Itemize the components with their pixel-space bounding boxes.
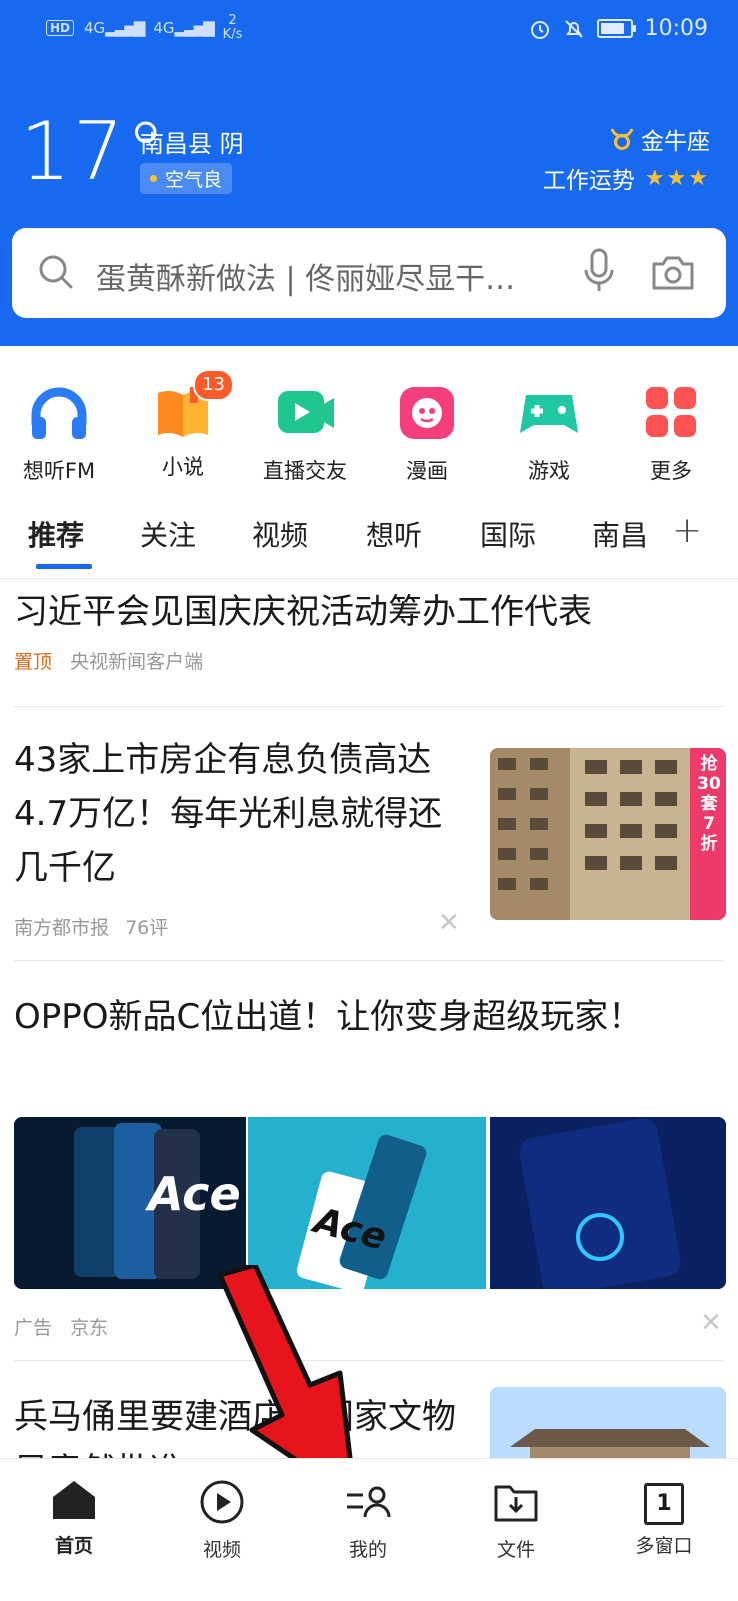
comic-icon (400, 387, 454, 439)
news-title: 习近平会见国庆庆祝活动筹办工作代表 (14, 592, 592, 632)
news-item-2[interactable]: 43家上市房企有息负债高达4.7万亿！每年光利息就得还几千亿 (14, 733, 474, 895)
headphones-icon (31, 387, 87, 439)
ad-image-3[interactable] (490, 1117, 726, 1289)
zodiac[interactable]: 金牛座 (609, 122, 710, 156)
gamepad-icon (520, 395, 578, 433)
news-thumbnail[interactable]: 抢 30 套 7 折 (490, 748, 726, 920)
tab-follow[interactable]: 关注 (140, 514, 196, 554)
tab-international[interactable]: 国际 (480, 514, 536, 554)
net-speed: 2 K/s (222, 13, 243, 42)
status-bar-right: 10:09 (529, 16, 708, 41)
bottom-nav: 首页 视频 我的 文件 1 多窗口 Baidu经验 (0, 1458, 738, 1601)
status-bar-left: HD 4G▂▃▅▇ 4G▂▃▅▇ 2 K/s (46, 14, 242, 42)
download-folder-icon (494, 1485, 538, 1522)
home-icon (53, 1481, 95, 1519)
news-source: 央视新闻客户端 (70, 651, 204, 673)
search-input[interactable]: 蛋黄酥新做法 | 佟丽娅尽显干… (96, 254, 566, 298)
watermark: Baidu经验 (593, 1564, 718, 1592)
fortune-stars: ★★★ (644, 165, 710, 191)
nav-home[interactable]: 首页 (14, 1479, 134, 1558)
tab-recommend[interactable]: 推荐 (28, 514, 84, 554)
ad-item[interactable]: OPPO新品C位出道！让你变身超级玩家！ (14, 990, 724, 1044)
tab-listen[interactable]: 想听 (366, 514, 422, 554)
news-item-1[interactable]: 习近平会见国庆庆祝活动筹办工作代表 置顶 央视新闻客户端 (14, 585, 724, 674)
tabs-divider (0, 578, 738, 579)
ad-banner-text: 抢 30 套 7 折 (697, 754, 721, 854)
tab-video[interactable]: 视频 (252, 514, 308, 554)
quick-item-more[interactable]: 更多 (616, 385, 726, 485)
apartment-building-image (490, 748, 726, 920)
nav-profile[interactable]: 我的 (308, 1479, 428, 1562)
ad-meta: 广告 京东 (14, 1313, 108, 1340)
tab-indicator (36, 564, 92, 569)
tab-nanchang[interactable]: 南昌 (592, 514, 648, 554)
ad-image-2[interactable]: Ace (248, 1117, 486, 1289)
novel-badge: 13 (193, 369, 234, 401)
news-title: 43家上市房企有息负债高达4.7万亿！每年光利息就得还几千亿 (14, 740, 443, 888)
quick-item-comic[interactable]: 漫画 (372, 385, 482, 485)
taurus-icon (610, 128, 634, 150)
microphone-icon[interactable] (582, 248, 616, 294)
news-title: OPPO新品C位出道！让你变身超级玩家！ (14, 997, 643, 1037)
ad-source: 京东 (70, 1317, 109, 1339)
pinned-tag: 置顶 (14, 651, 53, 673)
quick-item-game[interactable]: 游戏 (494, 385, 604, 485)
work-fortune[interactable]: 工作运势 ★★★ (543, 161, 710, 195)
dismiss-icon[interactable]: ✕ (438, 908, 460, 938)
signal-4g-1: 4G▂▃▅▇ (84, 19, 145, 37)
news-divider (14, 706, 724, 707)
dismiss-icon[interactable]: ✕ (700, 1308, 722, 1338)
nav-video[interactable]: 视频 (162, 1479, 282, 1562)
profile-icon (347, 1486, 391, 1518)
news-source: 南方都市报 (14, 917, 110, 939)
live-video-icon (278, 391, 334, 433)
phone-box-image (248, 1117, 486, 1289)
phone-charging-image (490, 1117, 726, 1289)
quick-item-novel[interactable]: 13 小说 (128, 369, 238, 481)
signal-4g-2: 4G▂▃▅▇ (153, 19, 214, 37)
header: HD 4G▂▃▅▇ 4G▂▃▅▇ 2 K/s 10:09 17° 南昌县 阴 空气… (0, 0, 738, 346)
search-icon (39, 255, 73, 289)
alarm-icon (530, 20, 549, 39)
news-meta: 南方都市报 76评 (14, 913, 168, 940)
air-quality-badge[interactable]: 空气良 (140, 163, 233, 194)
news-divider (14, 960, 724, 961)
quick-item-live[interactable]: 直播交友 (250, 385, 360, 485)
play-icon (200, 1480, 244, 1524)
mute-icon (564, 19, 583, 38)
camera-icon[interactable] (650, 254, 696, 292)
nav-windows[interactable]: 1 多窗口 (604, 1479, 724, 1558)
ad-tag: 广告 (14, 1317, 53, 1339)
battery-icon (596, 19, 636, 38)
windows-icon: 1 (644, 1483, 684, 1525)
add-tab-button[interactable]: + (672, 510, 702, 551)
comment-count: 76评 (125, 917, 169, 939)
air-dot-icon (150, 175, 157, 182)
ad-ace-text: Ace (148, 1167, 241, 1221)
ad-image-1[interactable]: Ace (14, 1117, 246, 1289)
grid-more-icon (646, 387, 696, 437)
quick-item-fm[interactable]: 想听FM (4, 385, 114, 485)
clock: 10:09 (644, 16, 708, 41)
hd-badge: HD (46, 20, 75, 36)
nav-files[interactable]: 文件 (456, 1479, 576, 1562)
weather-location[interactable]: 南昌县 阴 (140, 124, 244, 159)
